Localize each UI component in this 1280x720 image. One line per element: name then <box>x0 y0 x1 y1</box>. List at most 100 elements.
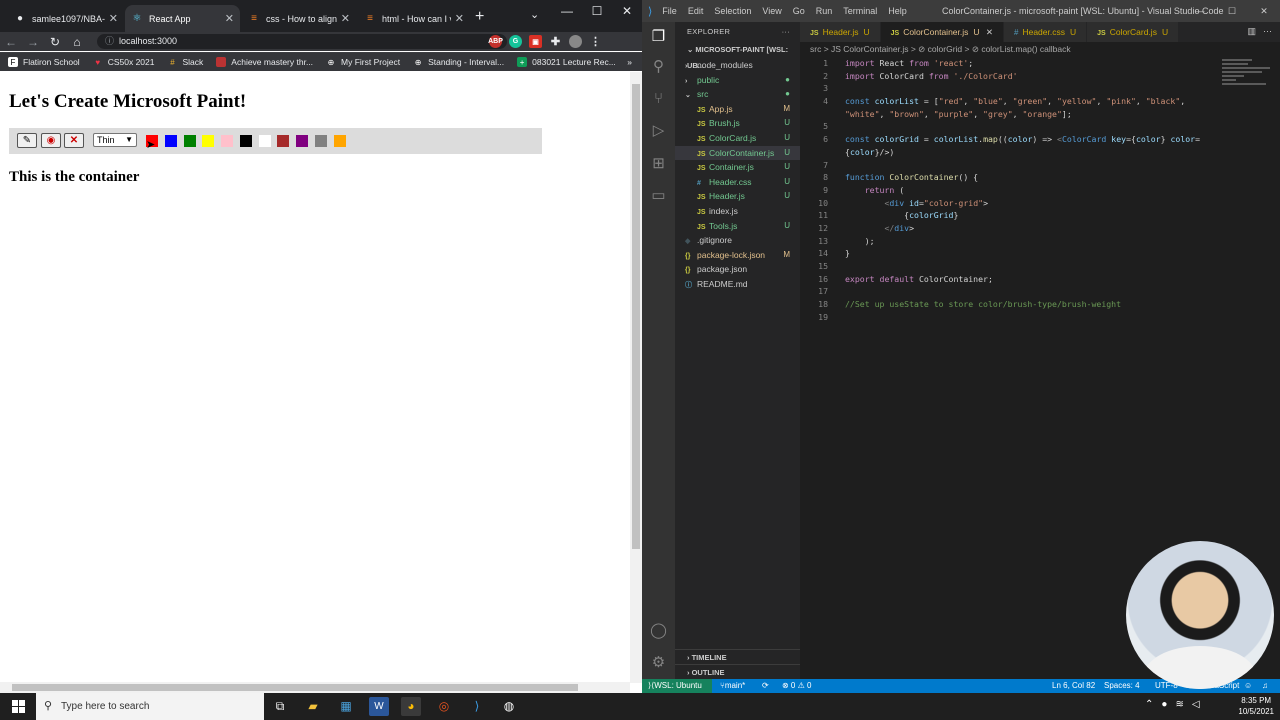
file-tree-item[interactable]: JS Header.js U <box>675 189 800 204</box>
task-view-icon[interactable]: ⧉ <box>270 697 290 716</box>
bookmark-item[interactable]: # Slack <box>168 57 203 67</box>
menu-item-go[interactable]: Go <box>793 6 805 16</box>
more-actions-icon[interactable]: ··· <box>782 22 790 42</box>
cursor-position[interactable]: Ln 6, Col 82 <box>1052 679 1095 693</box>
notifications-icon[interactable]: ♫ <box>1262 679 1268 693</box>
vscode-icon[interactable]: ⟩ <box>467 697 487 716</box>
explorer-icon[interactable]: ❐ <box>648 26 669 47</box>
address-bar[interactable]: ⓘ localhost:3000 ☆ <box>97 34 507 49</box>
forward-icon[interactable]: → <box>22 35 44 49</box>
pencil-icon[interactable]: ✎ <box>17 133 37 148</box>
word-icon[interactable]: W <box>369 697 389 716</box>
windows-start-icon[interactable] <box>12 700 25 713</box>
menu-item-view[interactable]: View <box>762 6 781 16</box>
menu-item-run[interactable]: Run <box>816 6 833 16</box>
file-tree-item[interactable]: JS Brush.js U <box>675 116 800 131</box>
workspace-root[interactable]: ⌄ MICROSOFT-PAINT [WSL: UB... <box>675 42 800 70</box>
split-editor-icon[interactable]: ▥ <box>1247 26 1256 37</box>
chevron-up-icon[interactable]: ⌃ <box>1145 699 1153 710</box>
tab-react-app[interactable]: ⚛ React App ✕ <box>125 5 240 32</box>
new-tab-icon[interactable]: + <box>475 8 484 26</box>
run-debug-icon[interactable]: ▷ <box>648 120 669 141</box>
chrome-icon[interactable]: ◕ <box>401 697 421 716</box>
color-swatch-pink[interactable] <box>221 135 233 147</box>
clear-icon[interactable]: ✕ <box>64 133 84 148</box>
color-swatch-green[interactable] <box>183 135 196 147</box>
more-bookmarks-icon[interactable]: » <box>627 57 632 67</box>
breadcrumb[interactable]: src > JS ColorContainer.js > ⊘ colorGrid… <box>810 44 1071 55</box>
file-tree-item[interactable]: JS Tools.js U <box>675 219 800 234</box>
file-tree-item[interactable]: ◆ .gitignore <box>675 233 800 248</box>
vertical-scrollbar[interactable] <box>630 72 642 683</box>
menu-item-help[interactable]: Help <box>888 6 907 16</box>
menu-item-terminal[interactable]: Terminal <box>843 6 877 16</box>
file-tree-item[interactable]: JS Container.js U <box>675 160 800 175</box>
timeline-section[interactable]: › TIMELINE <box>675 649 800 664</box>
ubuntu-icon[interactable]: ◎ <box>434 697 454 716</box>
close-window-icon[interactable]: ✕ <box>612 0 642 22</box>
file-tree-item[interactable]: ⌄ src ● <box>675 87 800 102</box>
clock[interactable]: 8:35 PM 10/5/2021 <box>1238 695 1274 717</box>
tab-html-stackoverflow[interactable]: ≡ html - How can I ve ✕ <box>358 5 470 32</box>
store-icon[interactable]: ▦ <box>336 697 356 716</box>
bookmark-item[interactable]: ⊕ My First Project <box>326 57 400 67</box>
close-tab-icon[interactable]: ✕ <box>984 27 993 37</box>
editor-tab[interactable]: JS Header.js U <box>800 22 881 42</box>
file-explorer-icon[interactable]: ▰ <box>303 697 323 716</box>
obs-icon[interactable]: ◍ <box>499 697 519 716</box>
code-editor[interactable]: 1 import React from 'react'; 2 import Color… <box>800 57 1220 323</box>
indentation[interactable]: Spaces: 4 <box>1104 679 1140 693</box>
minimap[interactable] <box>1222 57 1274 107</box>
menu-item-file[interactable]: File <box>662 6 677 16</box>
color-swatch-white[interactable] <box>258 135 271 147</box>
file-tree-item[interactable]: JS index.js <box>675 204 800 219</box>
close-window-icon[interactable]: ✕ <box>1248 0 1280 22</box>
microphone-icon[interactable]: ● <box>1161 699 1167 710</box>
sync-icon[interactable]: ⟳ <box>762 679 769 693</box>
outline-section[interactable]: › OUTLINE <box>675 664 800 679</box>
editor-tab[interactable]: JS ColorContainer.js U ✕ <box>880 22 1005 42</box>
minimize-icon[interactable]: — <box>552 0 582 22</box>
extensions-icon[interactable]: ⊞ <box>648 153 669 174</box>
remote-explorer-icon[interactable]: ▭ <box>648 185 669 206</box>
file-tree-item[interactable]: # Header.css U <box>675 175 800 190</box>
bookmark-item[interactable]: Achieve mastery thr... <box>216 57 313 67</box>
file-tree-item[interactable]: JS ColorContainer.js U <box>675 145 800 161</box>
bookmark-item[interactable]: ♥ CS50x 2021 <box>93 57 154 67</box>
remote-indicator[interactable]: ⟩⟨ WSL: Ubuntu <box>642 679 712 693</box>
tab-github[interactable]: ● samlee1097/NBA-W ✕ <box>8 5 124 32</box>
maximize-icon[interactable]: ☐ <box>1216 0 1248 22</box>
color-swatch-black[interactable] <box>239 135 252 147</box>
menu-item-edit[interactable]: Edit <box>688 6 704 16</box>
gear-icon[interactable]: ⚙ <box>648 652 669 673</box>
brush-weight-select[interactable]: Thin ▼ <box>93 133 137 147</box>
eraser-icon[interactable]: ◉ <box>41 133 61 148</box>
file-tree-item[interactable]: › node_modules <box>675 58 800 73</box>
file-tree-item[interactable]: JS ColorCard.js U <box>675 131 800 146</box>
tab-css-stackoverflow[interactable]: ≡ css - How to align th ✕ <box>242 5 356 32</box>
color-swatch-purple[interactable] <box>296 135 308 147</box>
more-actions-icon[interactable]: ··· <box>1263 26 1272 36</box>
tab-search-icon[interactable]: ⌄ <box>530 8 539 21</box>
menu-kebab-icon[interactable]: ⋮ <box>589 35 602 48</box>
grammarly-icon[interactable]: G <box>509 35 522 48</box>
file-tree-item[interactable]: › public ● <box>675 73 800 88</box>
file-tree-item[interactable]: ⓘ README.md <box>675 277 800 292</box>
bookmark-item[interactable]: +083021 Lecture Rec... <box>517 57 616 67</box>
adblock-icon[interactable]: ABP <box>488 35 503 48</box>
close-tab-icon[interactable]: ✕ <box>109 12 118 25</box>
color-swatch-grey[interactable] <box>314 135 327 147</box>
minimize-icon[interactable]: — <box>1184 0 1216 22</box>
editor-tab[interactable]: JS ColorCard.js U <box>1087 22 1180 42</box>
reload-icon[interactable]: ↻ <box>44 35 66 49</box>
editor-tab[interactable]: # Header.css U <box>1004 22 1088 42</box>
color-swatch-orange[interactable] <box>333 135 346 147</box>
close-tab-icon[interactable]: ✕ <box>455 12 464 25</box>
color-swatch-brown[interactable] <box>277 135 290 147</box>
extensions-puzzle-icon[interactable]: ✚ <box>549 35 562 48</box>
info-icon[interactable]: ⓘ <box>105 34 114 49</box>
network-icon[interactable]: ≋ <box>1175 699 1183 710</box>
volume-icon[interactable]: ◁ <box>1192 699 1200 710</box>
color-swatch-yellow[interactable] <box>202 135 215 147</box>
search-icon[interactable]: ⚲ <box>648 56 669 77</box>
